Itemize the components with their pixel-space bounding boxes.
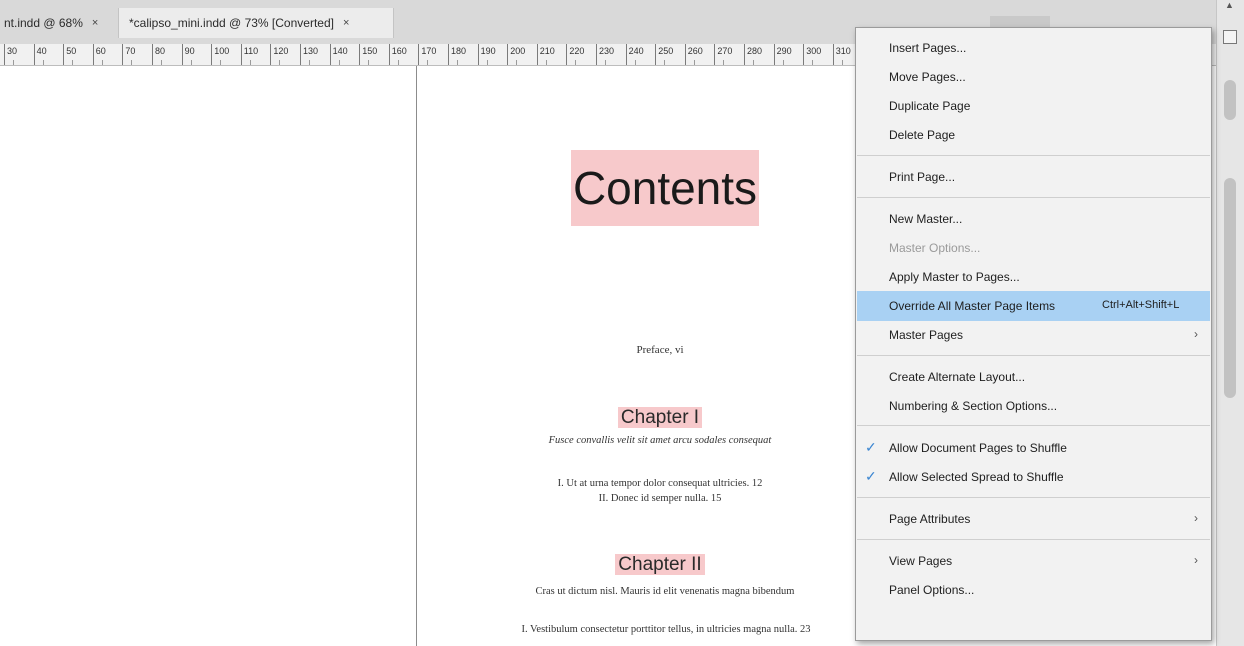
ruler-tick: 260 — [684, 44, 703, 65]
menu-item[interactable]: ✓ Allow Document Pages to Shuffle — [857, 433, 1210, 463]
ruler-tick: 70 — [122, 44, 135, 65]
menu-item[interactable]: Panel Options... — [857, 575, 1210, 605]
checkmark-icon: ✓ — [865, 439, 877, 455]
menu-item-label: Master Pages — [889, 328, 964, 342]
tab-label: nt.indd @ 68% — [4, 16, 83, 30]
menu-item-label: Duplicate Page — [889, 99, 971, 113]
ruler-tick: 130 — [300, 44, 318, 65]
ruler-tick: 140 — [329, 44, 348, 65]
menu-item-label: Create Alternate Layout... — [889, 370, 1026, 384]
menu-item-shortcut: Ctrl+Alt+Shift+L — [1102, 299, 1180, 311]
menu-item-label: Page Attributes — [889, 512, 971, 526]
ruler-tick: 190 — [477, 44, 496, 65]
menu-item[interactable]: Create Alternate Layout... — [857, 362, 1210, 392]
menu-item-label: Insert Pages... — [889, 41, 967, 55]
ruler-tick: 240 — [625, 44, 644, 65]
menu-item[interactable]: Apply Master to Pages... — [857, 262, 1210, 292]
ruler-tick: 170 — [418, 44, 436, 65]
ruler-tick: 150 — [359, 44, 377, 65]
chapter-heading[interactable]: Chapter II — [560, 554, 760, 576]
menu-item[interactable]: ✓ Allow Selected Spread to Shuffle — [857, 462, 1210, 492]
menu-item-label: Override All Master Page Items — [889, 299, 1056, 313]
menu-item[interactable]: Numbering & Section Options... — [857, 391, 1210, 421]
preface-entry[interactable]: Preface, vi — [560, 344, 760, 356]
toc-entry[interactable]: I. Vestibulum consectetur porttitor tell… — [496, 624, 836, 635]
ruler-tick: 300 — [803, 44, 821, 65]
ruler-tick: 280 — [744, 44, 762, 65]
menu-separator — [857, 539, 1210, 540]
tab-label: *calipso_mini.indd @ 73% [Converted] — [129, 16, 334, 30]
menu-item[interactable]: Page Attributes › — [857, 504, 1210, 534]
menu-item[interactable]: View Pages › — [857, 546, 1210, 576]
panel-toggle[interactable] — [1223, 30, 1237, 44]
ruler-tick: 250 — [655, 44, 673, 65]
menu-item[interactable]: New Master... — [857, 204, 1210, 234]
menu-item-label: Print Page... — [889, 170, 956, 184]
menu-item[interactable]: Print Page... — [857, 162, 1210, 192]
chevron-right-icon: › — [1194, 327, 1198, 341]
document-tab-1[interactable]: nt.indd @ 68% × — [0, 8, 118, 38]
ruler-tick: 100 — [211, 44, 229, 65]
menu-item-label: Allow Selected Spread to Shuffle — [889, 470, 1064, 484]
ruler-tick: 50 — [63, 44, 76, 65]
menu-item-label: Move Pages... — [889, 70, 966, 84]
ruler-tick: 40 — [33, 44, 47, 65]
chevron-right-icon: › — [1194, 511, 1198, 525]
menu-separator — [857, 355, 1210, 356]
menu-item[interactable]: Master Pages › — [857, 320, 1210, 350]
menu-separator — [857, 155, 1210, 156]
ruler-tick: 60 — [92, 44, 106, 65]
menu-item-label: Allow Document Pages to Shuffle — [889, 441, 1067, 455]
ruler-tick: 290 — [773, 44, 792, 65]
document-tab-2[interactable]: *calipso_mini.indd @ 73% [Converted] × — [118, 8, 394, 38]
menu-item[interactable]: Override All Master Page Items Ctrl+Alt+S… — [857, 291, 1210, 321]
ruler-tick: 200 — [507, 44, 525, 65]
ruler-tick: 120 — [270, 44, 288, 65]
chapter-summary[interactable]: Cras ut dictum nisl. Mauris id elit vene… — [500, 586, 830, 597]
menu-separator — [857, 197, 1210, 198]
menu-item-label: Delete Page — [889, 128, 956, 142]
menu-item-label: Master Options... — [889, 241, 981, 255]
page-title[interactable]: Contents — [571, 150, 759, 226]
menu-separator — [857, 497, 1210, 498]
ruler-tick: 310 — [832, 44, 851, 65]
menu-item: Master Options... — [857, 233, 1210, 263]
ruler-tick: 220 — [566, 44, 584, 65]
menu-item[interactable]: Insert Pages... — [857, 33, 1210, 63]
scroll-thumb[interactable] — [1224, 80, 1236, 120]
ruler-tick: 180 — [448, 44, 466, 65]
toc-entry[interactable]: I. Ut at urna tempor dolor consequat ult… — [520, 478, 800, 489]
chapter-summary[interactable]: Fusce convallis velit sit amet arcu soda… — [500, 435, 820, 446]
vertical-scrollbar[interactable]: ▲ — [1216, 0, 1244, 646]
menu-item-label: View Pages — [889, 554, 953, 568]
page-edge — [416, 66, 417, 646]
pages-panel-menu: Insert Pages... Move Pages... Duplicate Pa… — [855, 27, 1212, 641]
menu-item[interactable]: Move Pages... — [857, 62, 1210, 92]
scroll-up-arrow-icon[interactable]: ▲ — [1225, 0, 1234, 10]
menu-item-label: New Master... — [889, 212, 963, 226]
chapter-heading-text: Chapter II — [615, 554, 705, 575]
scroll-thumb[interactable] — [1224, 178, 1236, 398]
ruler-tick: 80 — [152, 44, 165, 65]
ruler-tick: 30 — [4, 44, 17, 65]
menu-item[interactable]: Duplicate Page — [857, 91, 1210, 121]
ruler-tick: 90 — [181, 44, 195, 65]
menu-item-label: Numbering & Section Options... — [889, 399, 1058, 413]
menu-separator — [857, 425, 1210, 426]
chevron-right-icon: › — [1194, 553, 1198, 567]
menu-item[interactable]: Delete Page — [857, 120, 1210, 150]
ruler-tick: 230 — [596, 44, 614, 65]
chapter-heading[interactable]: Chapter I — [560, 407, 760, 429]
menu-item-label: Panel Options... — [889, 583, 975, 597]
chapter-heading-text: Chapter I — [617, 407, 703, 428]
close-icon[interactable]: × — [343, 17, 349, 29]
menu-item-label: Apply Master to Pages... — [889, 270, 1020, 284]
toc-entry[interactable]: II. Donec id semper nulla. 15 — [540, 493, 780, 504]
ruler-tick: 160 — [388, 44, 407, 65]
close-icon[interactable]: × — [92, 17, 98, 29]
ruler-tick: 210 — [536, 44, 555, 65]
checkmark-icon: ✓ — [865, 468, 877, 484]
ruler-tick: 270 — [714, 44, 732, 65]
ruler-tick: 110 — [240, 44, 258, 65]
